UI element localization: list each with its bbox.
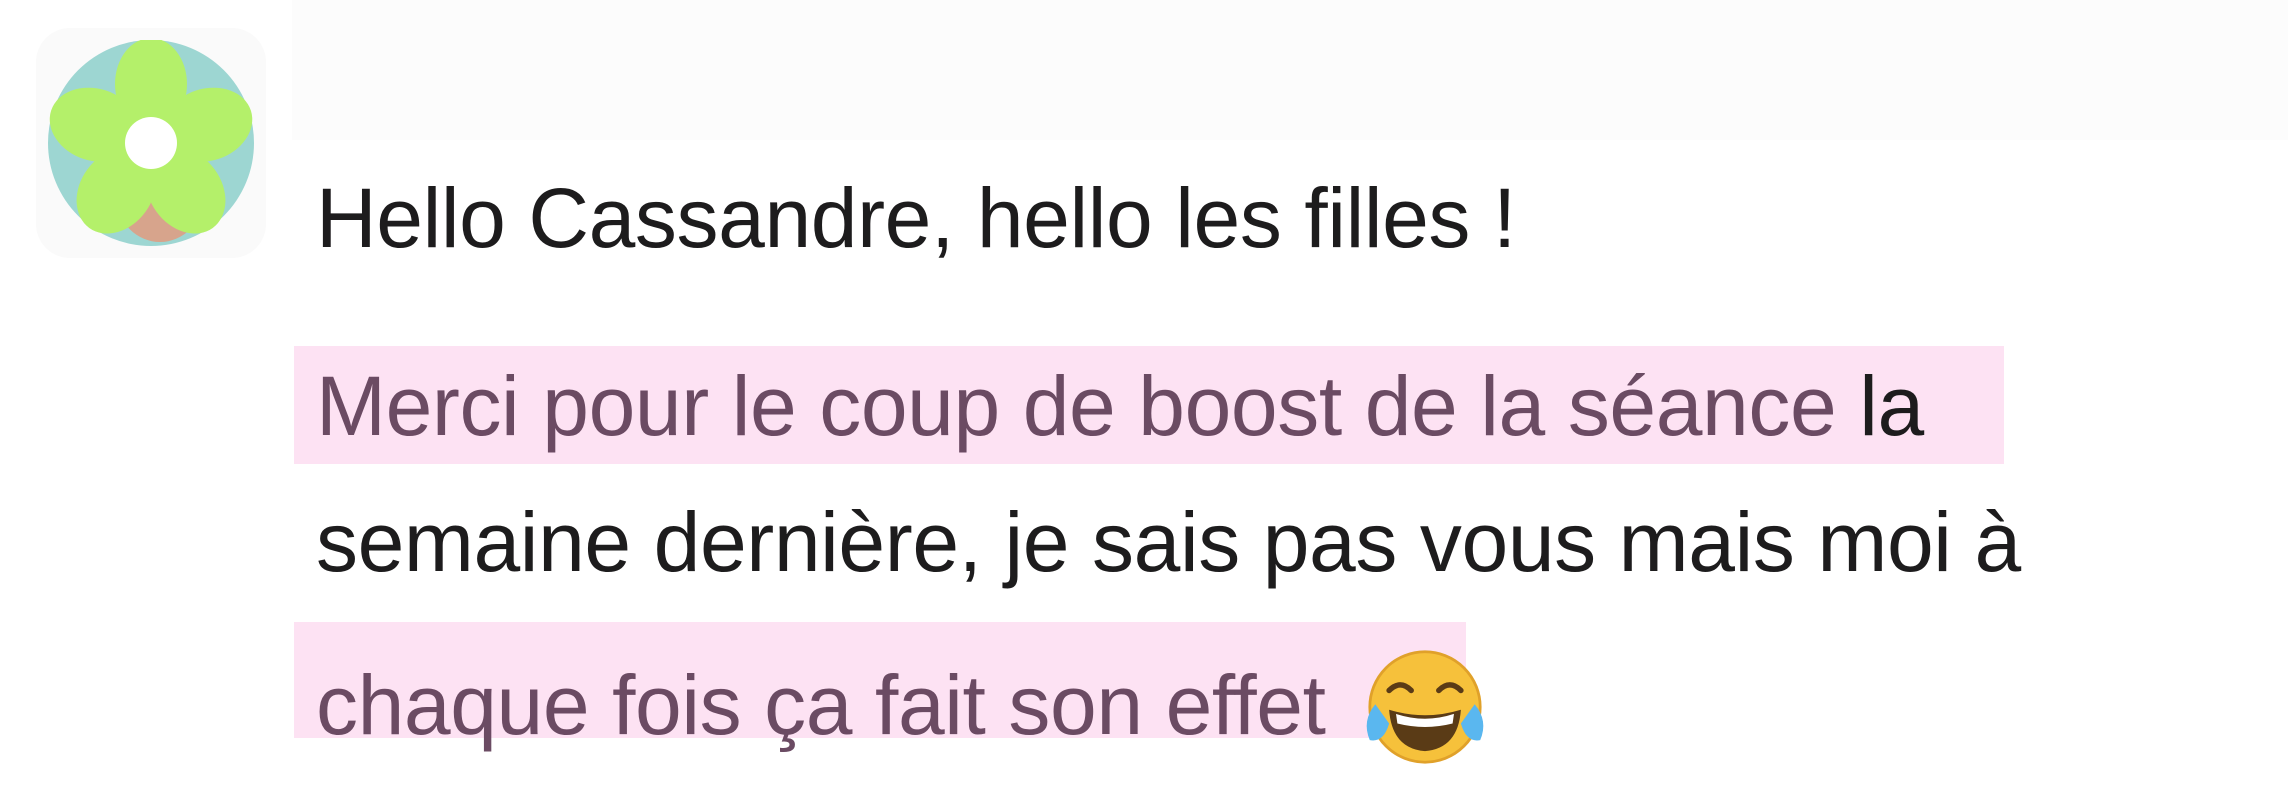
face-with-tears-of-joy-icon	[1367, 650, 1484, 764]
highlighted-text-1[interactable]: Merci pour le coup de boost de la séance	[316, 359, 1837, 453]
message-line-3: semaine dernière, je sais pas vous mais …	[316, 495, 2021, 589]
avatar[interactable]	[36, 28, 266, 258]
message-header-band	[292, 0, 2288, 140]
highlighted-text-2[interactable]: chaque fois ça fait son effet	[316, 658, 1326, 752]
message-line-2: Merci pour le coup de boost de la séance…	[316, 364, 1924, 448]
message-line-4: chaque fois ça fait son effet	[316, 638, 1494, 776]
message-line-2-rest: la	[1836, 359, 1924, 453]
message-line-1: Hello Cassandre, hello les filles !	[316, 171, 1516, 265]
flower-avatar-icon	[48, 40, 254, 246]
